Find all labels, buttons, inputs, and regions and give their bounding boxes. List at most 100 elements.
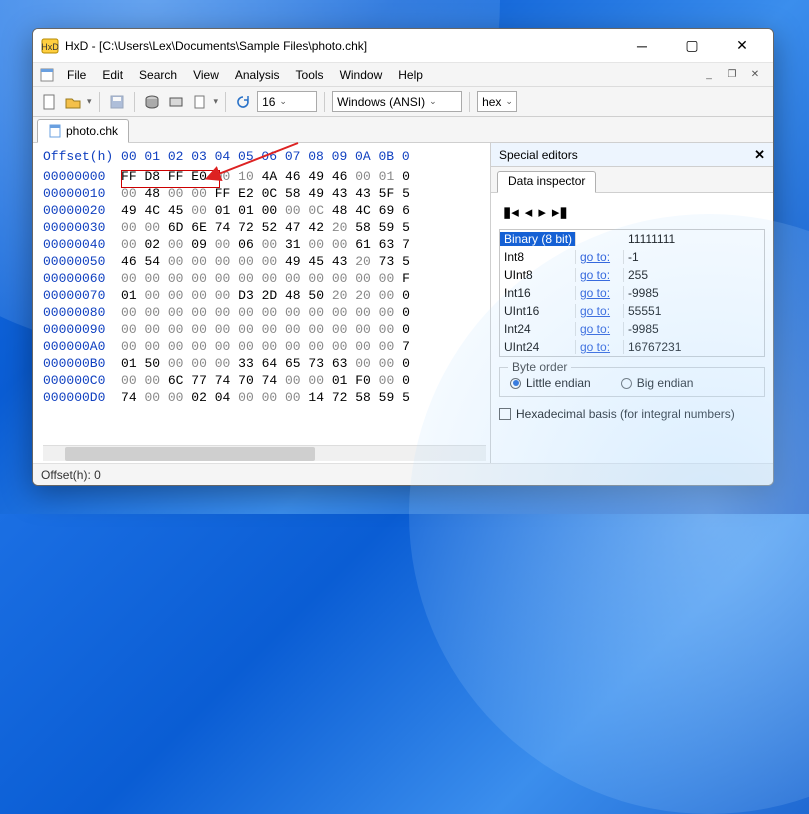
inspector-value: -1	[624, 250, 764, 264]
menubar: FileEditSearchViewAnalysisToolsWindowHel…	[33, 63, 773, 87]
doc-icon[interactable]	[190, 92, 210, 112]
hex-row[interactable]: 00000030 00 00 6D 6E 74 72 52 47 42 20 5…	[43, 219, 486, 236]
inspector-nav: ▮◂ ◂ ▸ ▸▮	[499, 201, 765, 229]
tab-photo-chk[interactable]: photo.chk	[37, 119, 129, 143]
ram-icon[interactable]	[166, 92, 186, 112]
inspector-type: UInt24	[500, 340, 576, 354]
radio-big-endian[interactable]: Big endian	[621, 376, 694, 390]
mdi-restore-icon[interactable]: ❐	[722, 65, 742, 85]
hex-row[interactable]: 00000090 00 00 00 00 00 00 00 00 00 00 0…	[43, 321, 486, 338]
mdi-min-icon[interactable]: _	[699, 65, 719, 85]
hex-row[interactable]: 00000020 49 4C 45 00 01 01 00 00 0C 48 4…	[43, 202, 486, 219]
menu-tools[interactable]: Tools	[288, 65, 332, 85]
radio-little-endian[interactable]: Little endian	[510, 376, 591, 390]
side-panel-close-icon[interactable]: ✕	[754, 147, 765, 163]
hex-row[interactable]: 00000060 00 00 00 00 00 00 00 00 00 00 0…	[43, 270, 486, 287]
inspector-value: 55551	[624, 304, 764, 318]
hex-row[interactable]: 000000D0 74 00 00 02 04 00 00 00 14 72 5…	[43, 389, 486, 406]
hex-row[interactable]: 000000C0 00 00 6C 77 74 70 74 00 00 01 F…	[43, 372, 486, 389]
inspector-goto-link[interactable]: go to:	[576, 250, 624, 264]
open-file-icon[interactable]	[63, 92, 83, 112]
inspector-value: 16767231	[624, 340, 764, 354]
inspector-type: Binary (8 bit)	[500, 232, 576, 246]
nav-prev-icon[interactable]: ◂	[525, 203, 533, 221]
minimize-button[interactable]: ─	[619, 31, 665, 61]
tab-data-inspector[interactable]: Data inspector	[497, 171, 596, 193]
inspector-type: UInt16	[500, 304, 576, 318]
save-icon[interactable]	[107, 92, 127, 112]
inspector-row[interactable]: Int16go to:-9985	[500, 284, 764, 302]
inspector-row[interactable]: UInt16go to:55551	[500, 302, 764, 320]
menu-edit[interactable]: Edit	[94, 65, 131, 85]
menu-search[interactable]: Search	[131, 65, 185, 85]
inspector-grid[interactable]: Binary (8 bit)11111111Int8go to:-1UInt8g…	[499, 229, 765, 357]
hex-row[interactable]: 000000A0 00 00 00 00 00 00 00 00 00 00 0…	[43, 338, 486, 355]
inspector-row[interactable]: UInt8go to:255	[500, 266, 764, 284]
disk-icon[interactable]	[142, 92, 162, 112]
toolbar: ▾ ▾ 16⌄ Windows (ANSI)⌄ hex⌄	[33, 87, 773, 117]
document-tabs: photo.chk	[33, 117, 773, 143]
highlight-box	[121, 170, 220, 188]
new-file-icon[interactable]	[39, 92, 59, 112]
inspector-goto-link[interactable]: go to:	[576, 286, 624, 300]
inspector-type: UInt8	[500, 268, 576, 282]
side-tabs: Data inspector	[491, 167, 773, 193]
app-window: HxD HxD - [C:\Users\Lex\Documents\Sample…	[32, 28, 774, 486]
scrollbar-thumb[interactable]	[65, 447, 315, 461]
side-panel-title: Special editors ✕	[491, 143, 773, 167]
file-icon	[48, 124, 62, 138]
inspector-value: 255	[624, 268, 764, 282]
hex-row[interactable]: 00000070 01 00 00 00 00 D3 2D 48 50 20 2…	[43, 287, 486, 304]
hex-row[interactable]: 00000080 00 00 00 00 00 00 00 00 00 00 0…	[43, 304, 486, 321]
hex-body[interactable]: 00000000 FF D8 FF E0 00 10 4A 46 49 46 0…	[43, 168, 486, 445]
window-title: HxD - [C:\Users\Lex\Documents\Sample Fil…	[65, 39, 367, 53]
hex-row[interactable]: 00000040 00 02 00 09 00 06 00 31 00 00 6…	[43, 236, 486, 253]
menu-help[interactable]: Help	[390, 65, 431, 85]
inspector-goto-link[interactable]: go to:	[576, 304, 624, 318]
inspector-type: Int8	[500, 250, 576, 264]
hex-row[interactable]: 00000010 00 48 00 00 FF E2 0C 58 49 43 4…	[43, 185, 486, 202]
horizontal-scrollbar[interactable]	[43, 445, 486, 461]
inspector-body: ▮◂ ◂ ▸ ▸▮ Binary (8 bit)11111111Int8go t…	[491, 193, 773, 463]
dropdown-arrow2-icon[interactable]: ▾	[214, 96, 219, 107]
byte-order-label: Byte order	[508, 360, 571, 374]
menu-analysis[interactable]: Analysis	[227, 65, 288, 85]
inspector-row[interactable]: Int8go to:-1	[500, 248, 764, 266]
inspector-value: -9985	[624, 322, 764, 336]
hex-row[interactable]: 00000000 FF D8 FF E0 00 10 4A 46 49 46 0…	[43, 168, 486, 185]
dropdown-arrow-icon[interactable]: ▾	[87, 96, 92, 107]
mdi-close-icon[interactable]: ✕	[745, 65, 765, 85]
menu-file[interactable]: File	[59, 65, 94, 85]
inspector-goto-link[interactable]: go to:	[576, 268, 624, 282]
inspector-row[interactable]: Int24go to:-9985	[500, 320, 764, 338]
nav-last-icon[interactable]: ▸▮	[552, 203, 568, 221]
inspector-row[interactable]: Binary (8 bit) 11111111	[500, 230, 764, 248]
refresh-icon[interactable]	[233, 92, 253, 112]
bytes-per-row-select[interactable]: 16⌄	[257, 91, 317, 112]
inspector-goto-link[interactable]: go to:	[576, 340, 624, 354]
bytes-per-row-value: 16	[262, 95, 275, 109]
maximize-button[interactable]: ▢	[669, 31, 715, 61]
content: Offset(h) 00 01 02 03 04 05 06 07 08 09 …	[33, 143, 773, 463]
inspector-row[interactable]: UInt24go to:16767231	[500, 338, 764, 356]
hex-row[interactable]: 00000050 46 54 00 00 00 00 00 49 45 43 2…	[43, 253, 486, 270]
nav-first-icon[interactable]: ▮◂	[503, 203, 519, 221]
hex-row[interactable]: 000000B0 01 50 00 00 00 33 64 65 73 63 0…	[43, 355, 486, 372]
nav-next-icon[interactable]: ▸	[538, 203, 546, 221]
base-select[interactable]: hex⌄	[477, 91, 517, 112]
mdi-icon[interactable]	[37, 65, 57, 85]
encoding-select[interactable]: Windows (ANSI)⌄	[332, 91, 462, 112]
inspector-value: -9985	[624, 286, 764, 300]
inspector-goto-link[interactable]: go to:	[576, 322, 624, 336]
hex-header: Offset(h) 00 01 02 03 04 05 06 07 08 09 …	[43, 149, 486, 168]
tab-label: photo.chk	[66, 124, 118, 138]
menu-view[interactable]: View	[185, 65, 227, 85]
status-offset: Offset(h): 0	[41, 468, 101, 482]
svg-text:HxD: HxD	[41, 42, 59, 52]
close-button[interactable]: ✕	[719, 31, 765, 61]
inspector-type: Int16	[500, 286, 576, 300]
titlebar[interactable]: HxD HxD - [C:\Users\Lex\Documents\Sample…	[33, 29, 773, 63]
menu-window[interactable]: Window	[332, 65, 391, 85]
checkbox-hex-basis[interactable]: Hexadecimal basis (for integral numbers)	[499, 407, 765, 421]
inspector-value: 11111111	[624, 232, 764, 246]
